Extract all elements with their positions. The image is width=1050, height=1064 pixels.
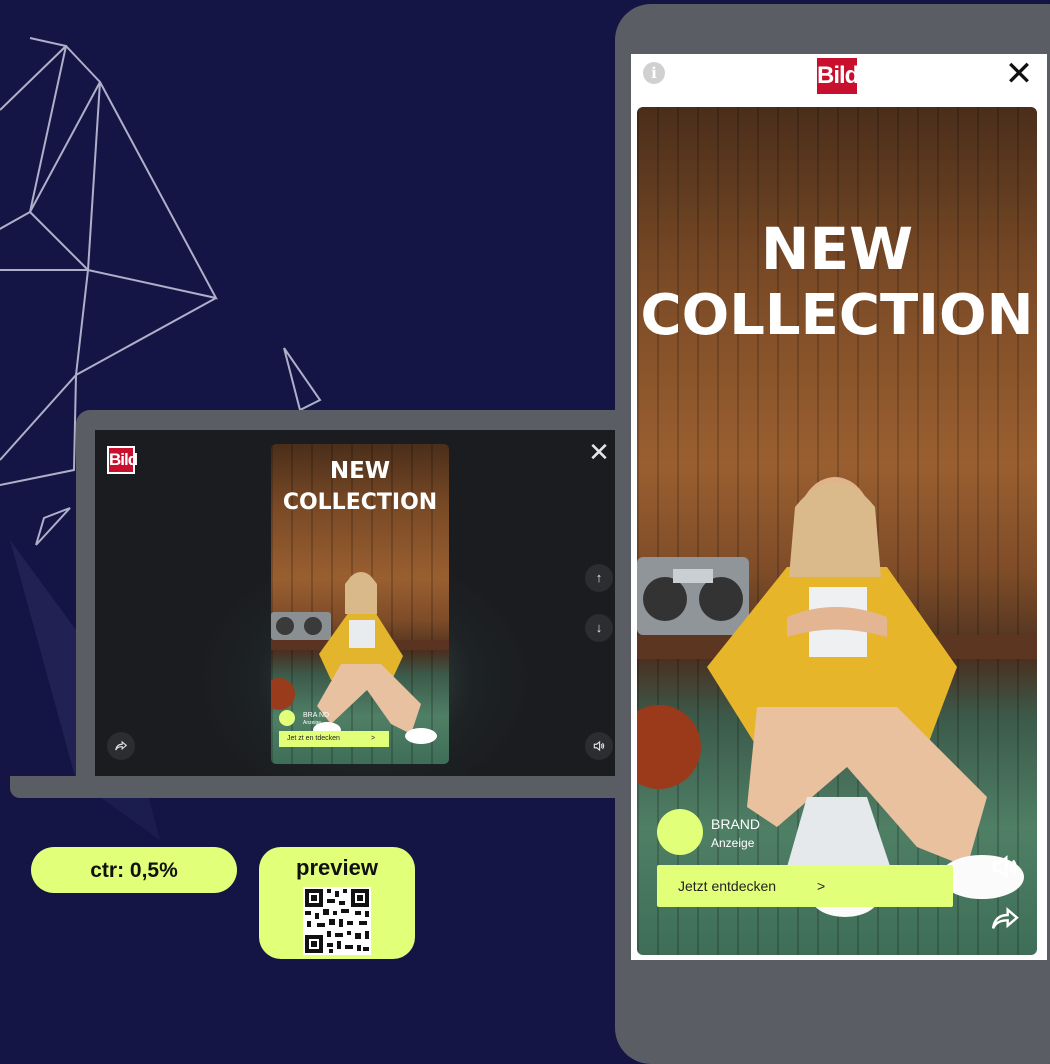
- story-headline-line2: COLLECTION: [640, 283, 1034, 348]
- ctr-badge: ctr: 0,5%: [31, 847, 237, 893]
- cta-label: Jet zt en tdecken: [287, 735, 340, 742]
- story-headline-line1: NEW: [329, 458, 391, 484]
- cta-arrow: >: [371, 735, 376, 742]
- cta-arrow: >: [817, 878, 826, 894]
- brand-label: Anzeige: [711, 836, 755, 850]
- qr-code-icon[interactable]: [303, 887, 371, 955]
- brand-label: Anzeige: [303, 720, 322, 726]
- brand-avatar: [279, 710, 295, 726]
- cta-label: Jetzt entdecken: [678, 878, 777, 894]
- speaker-icon[interactable]: [989, 851, 1021, 883]
- preview-badge[interactable]: preview: [259, 847, 415, 959]
- close-icon[interactable]: ✕: [1003, 57, 1035, 91]
- info-icon[interactable]: i: [643, 62, 665, 84]
- laptop-base: [10, 776, 650, 798]
- close-icon[interactable]: ✕: [587, 439, 611, 465]
- share-icon[interactable]: [107, 732, 135, 760]
- story-headline-line2: COLLECTION: [282, 490, 438, 515]
- brand-avatar: [657, 809, 703, 855]
- arrow-up-icon[interactable]: ↑: [585, 564, 613, 592]
- cta-button[interactable]: Jet zt en tdecken >: [279, 731, 389, 747]
- story-headline-line1: NEW: [760, 215, 914, 283]
- story-preview-large[interactable]: NEW COLLECTION BRAND Anzeige Jetzt entde…: [637, 107, 1037, 955]
- preview-label: preview: [296, 855, 378, 880]
- share-icon[interactable]: [989, 903, 1021, 935]
- brand-name: BRAND: [711, 816, 761, 832]
- laptop-screen: Bild ✕ ↑ ↓ NEW COLLECTION BRA ND Anzeige…: [95, 430, 615, 776]
- arrow-down-icon[interactable]: ↓: [585, 614, 613, 642]
- bild-logo: Bild: [815, 56, 859, 96]
- cta-button[interactable]: Jetzt entdecken >: [657, 865, 953, 907]
- brand-name: BRA ND: [303, 712, 330, 719]
- story-preview-small[interactable]: NEW COLLECTION BRA ND Anzeige Jet zt en …: [271, 444, 449, 764]
- speaker-icon[interactable]: [585, 732, 613, 760]
- phone-screen: i Bild ✕ NEW COLLECTION BRAND Anzeige Je…: [631, 54, 1047, 960]
- bild-logo: Bild: [107, 446, 138, 474]
